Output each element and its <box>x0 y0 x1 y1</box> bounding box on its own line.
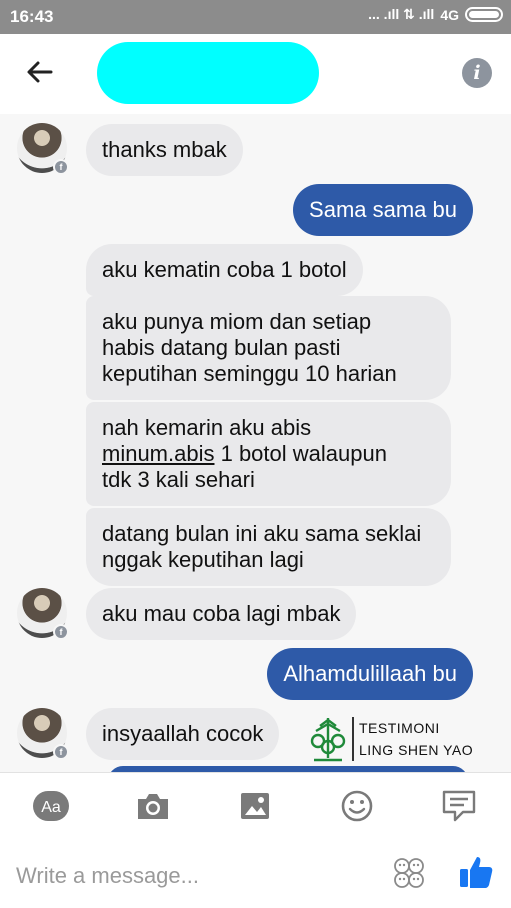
message-incoming[interactable]: insyaallah cocok <box>86 708 280 760</box>
message-incoming[interactable]: thanks mbak <box>86 124 243 176</box>
messenger-badge-icon: f <box>53 624 69 640</box>
battery-icon <box>465 7 503 22</box>
ling-shen-yao-logo-icon <box>310 718 346 762</box>
sticker-icon[interactable] <box>392 856 426 890</box>
camera-icon[interactable] <box>135 789 171 823</box>
status-time: 16:43 <box>10 7 54 26</box>
testimoni-watermark: TESTIMONI LING SHEN YAO <box>308 714 473 764</box>
message-line: datang bulan ini aku sama seklai <box>102 521 422 546</box>
network-type: 4G <box>440 6 459 23</box>
message-line: aku punya miom dan setiap <box>102 309 372 334</box>
contact-name-redacted[interactable] <box>97 42 319 104</box>
message-link[interactable]: minum.abis <box>102 441 214 466</box>
composer-toolbar: Aa <box>0 772 511 840</box>
status-indicators: ... .ıll ⇅ .ıll 4G <box>368 6 503 23</box>
watermark-line: TESTIMONI <box>359 720 440 736</box>
avatar[interactable]: f <box>17 123 69 175</box>
message-line: nah kemarin aku abis <box>102 415 312 440</box>
like-thumbs-up-icon[interactable] <box>458 854 494 890</box>
gallery-icon[interactable] <box>237 789 273 823</box>
message-composer <box>0 840 511 908</box>
message-line: tdk 3 kali sehari <box>102 467 255 492</box>
conversation-header: i <box>0 34 511 114</box>
signal-indicator: ... .ıll ⇅ .ıll <box>368 6 435 22</box>
message-input[interactable] <box>16 858 376 894</box>
message-incoming[interactable]: nah kemarin aku abis minum.abis 1 botol … <box>86 402 451 506</box>
message-outgoing[interactable]: Alhamdulillaah bu <box>267 648 473 700</box>
message-line: habis datang bulan pasti <box>102 335 341 360</box>
message-incoming[interactable]: datang bulan ini aku sama seklai nggak k… <box>86 508 451 586</box>
watermark-line: LING SHEN YAO <box>359 742 474 758</box>
text-format-label: Aa <box>41 799 61 816</box>
watermark-text: TESTIMONI LING SHEN YAO <box>359 717 473 761</box>
messenger-badge-icon: f <box>53 159 69 175</box>
watermark-divider <box>352 717 354 761</box>
more-options-icon[interactable] <box>441 789 477 823</box>
messenger-badge-icon: f <box>53 744 69 760</box>
info-icon[interactable]: i <box>462 58 492 88</box>
message-line: nggak keputihan lagi <box>102 547 304 572</box>
text-format-icon[interactable]: Aa <box>33 789 69 823</box>
message-line: minum.abis 1 botol walaupun <box>102 441 435 467</box>
status-bar: 16:43 ... .ıll ⇅ .ıll 4G <box>0 0 511 34</box>
message-incoming[interactable]: aku kematin coba 1 botol <box>86 244 363 296</box>
message-incoming[interactable]: aku mau coba lagi mbak <box>86 588 357 640</box>
message-line: keputihan seminggu 10 harian <box>102 361 397 386</box>
avatar[interactable]: f <box>17 708 69 760</box>
message-list[interactable]: f thanks mbak Sama sama bu aku kematin c… <box>0 114 511 772</box>
back-arrow-icon[interactable] <box>24 56 56 88</box>
message-text: 1 botol walaupun <box>214 441 387 466</box>
message-incoming[interactable]: aku punya miom dan setiap habis datang b… <box>86 296 451 400</box>
emoji-icon[interactable] <box>339 789 375 823</box>
avatar[interactable]: f <box>17 588 69 640</box>
message-outgoing[interactable]: Sama sama bu <box>293 184 473 236</box>
